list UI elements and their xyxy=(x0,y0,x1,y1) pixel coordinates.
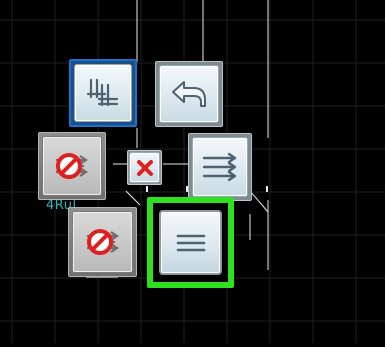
forbidden-lower-face xyxy=(73,212,132,272)
cad-drawing-canvas[interactable]: 4Rul xyxy=(0,0,385,343)
undo-arrow-icon xyxy=(172,81,206,107)
delete-face xyxy=(130,153,159,182)
forbidden-lower-button[interactable] xyxy=(68,207,137,277)
no-forward-icon xyxy=(86,229,119,255)
no-forward-icon xyxy=(56,153,88,179)
forward-lines-face xyxy=(193,138,247,196)
menu-button[interactable] xyxy=(147,197,234,288)
red-x-icon xyxy=(136,159,153,176)
undo-button[interactable] xyxy=(155,61,223,127)
undo-face xyxy=(160,66,218,122)
delete-button[interactable] xyxy=(127,150,162,185)
stack-lines-button[interactable] xyxy=(69,59,137,127)
forbidden-upper-button[interactable] xyxy=(38,132,106,200)
stack-lines-face xyxy=(75,65,131,121)
stacked-lines-icon xyxy=(86,78,119,107)
forward-lines-button[interactable] xyxy=(188,133,252,201)
triple-arrow-right-icon xyxy=(202,152,237,182)
forbidden-upper-face xyxy=(43,137,101,195)
menu-face xyxy=(161,212,220,273)
hamburger-menu-icon xyxy=(176,234,205,251)
